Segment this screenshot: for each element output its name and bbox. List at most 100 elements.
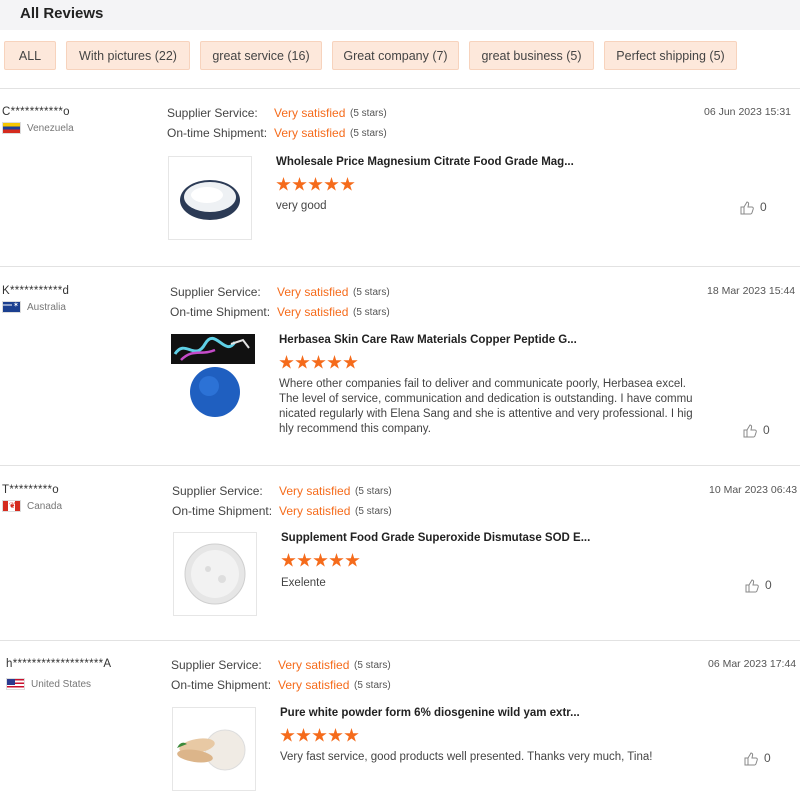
rating-stars	[276, 177, 356, 192]
filter-chip-great-business[interactable]: great business (5)	[469, 41, 594, 70]
shipment-stars: (5 stars)	[353, 307, 390, 318]
thumbs-up-icon	[743, 424, 757, 438]
white-powder-image	[184, 543, 246, 605]
review-date: 10 Mar 2023 06:43	[709, 484, 798, 496]
filter-chip-with-pictures[interactable]: With pictures (22)	[66, 41, 190, 70]
shipment-label: On-time Shipment:	[167, 126, 268, 140]
review-comment: Where other companies fail to deliver an…	[279, 378, 693, 435]
divider	[0, 640, 800, 641]
supplier-service-stars: (5 stars)	[350, 108, 387, 119]
star-icon	[280, 728, 295, 742]
review-item: K***********d Australia Supplier Service…	[0, 285, 800, 455]
like-button[interactable]: 0	[743, 423, 770, 439]
supplier-service-label: Supplier Service:	[170, 285, 261, 299]
shipment-stars: (5 stars)	[354, 680, 391, 691]
star-icon	[328, 728, 343, 742]
divider	[0, 266, 800, 267]
product-thumbnail[interactable]	[172, 707, 256, 791]
supplier-service-value: Very satisfied	[277, 285, 349, 299]
review-date: 06 Jun 2023 15:31	[704, 106, 791, 118]
like-count: 0	[764, 751, 771, 765]
product-thumbnail[interactable]	[171, 334, 255, 418]
star-icon	[276, 177, 291, 191]
like-button[interactable]: 0	[744, 751, 771, 767]
supplier-service-value: Very satisfied	[278, 658, 350, 672]
shipment-label: On-time Shipment:	[170, 305, 271, 319]
review-date: 18 Mar 2023 15:44	[707, 285, 796, 297]
star-icon	[279, 355, 294, 369]
star-icon	[324, 177, 339, 191]
supplier-service-stars: (5 stars)	[353, 287, 390, 298]
review-item: h*******************A United States Supp…	[0, 658, 800, 800]
page-title: All Reviews	[20, 5, 104, 22]
product-title[interactable]: Supplement Food Grade Superoxide Dismuta…	[281, 532, 590, 544]
supplier-service-stars: (5 stars)	[354, 660, 391, 671]
filter-chip-all[interactable]: ALL	[4, 41, 56, 70]
like-button[interactable]: 0	[740, 200, 767, 216]
supplier-service-stars: (5 stars)	[355, 486, 392, 497]
product-thumbnail[interactable]	[168, 156, 252, 240]
star-icon	[311, 355, 326, 369]
supplier-service-value: Very satisfied	[279, 484, 351, 498]
thumbs-up-icon	[744, 752, 758, 766]
shipment-value: Very satisfied	[279, 504, 351, 518]
star-icon	[344, 728, 359, 742]
shipment-value: Very satisfied	[274, 126, 346, 140]
reviewer-name: K***********d	[2, 285, 70, 297]
shipment-stars: (5 stars)	[355, 506, 392, 517]
supplier-service-label: Supplier Service:	[171, 658, 262, 672]
shipment-label: On-time Shipment:	[172, 504, 273, 518]
review-comment: Very fast service, good products well pr…	[280, 751, 653, 763]
product-title[interactable]: Pure white powder form 6% diosgenine wil…	[280, 707, 580, 719]
filter-chip-great-company[interactable]: Great company (7)	[332, 41, 459, 70]
star-icon	[292, 177, 307, 191]
australia-flag-icon	[2, 299, 21, 314]
star-icon	[281, 553, 296, 567]
reviewer-country: Australia	[2, 299, 66, 315]
reviewer-country: Canada	[2, 499, 62, 514]
star-icon	[327, 355, 342, 369]
divider	[0, 465, 800, 466]
shipment-value: Very satisfied	[277, 305, 349, 319]
wild-yam-image	[177, 729, 246, 771]
star-icon	[295, 355, 310, 369]
product-title[interactable]: Herbasea Skin Care Raw Materials Copper …	[279, 334, 577, 346]
canada-flag-icon	[2, 499, 21, 513]
star-icon	[340, 177, 355, 191]
star-icon	[329, 553, 344, 567]
peptide-powder-image	[171, 334, 255, 417]
reviewer-name: h*******************A	[6, 658, 112, 670]
star-icon	[345, 553, 360, 567]
review-comment: Exelente	[281, 577, 326, 589]
review-comment: very good	[276, 200, 327, 212]
reviewer-name: C***********o	[2, 106, 70, 118]
usa-flag-icon	[6, 678, 25, 691]
rating-stars	[281, 553, 361, 568]
review-item: T*********o Canada Supplier Service: Ver…	[0, 484, 800, 634]
thumbs-up-icon	[745, 579, 759, 593]
star-icon	[308, 177, 323, 191]
star-icon	[313, 553, 328, 567]
shipment-value: Very satisfied	[278, 678, 350, 692]
star-icon	[343, 355, 358, 369]
star-icon	[297, 553, 312, 567]
divider	[0, 88, 800, 89]
review-item: C***********o Venezuela Supplier Service…	[0, 106, 800, 256]
shipment-label: On-time Shipment:	[171, 678, 272, 692]
like-count: 0	[765, 578, 772, 592]
like-button[interactable]: 0	[745, 578, 772, 594]
filter-bar: ALL With pictures (22) great service (16…	[0, 41, 800, 71]
rating-stars	[280, 728, 360, 743]
supplier-service-value: Very satisfied	[274, 106, 346, 120]
star-icon	[312, 728, 327, 742]
product-title[interactable]: Wholesale Price Magnesium Citrate Food G…	[276, 156, 574, 168]
like-count: 0	[760, 200, 767, 214]
star-icon	[296, 728, 311, 742]
filter-chip-perfect-shipping[interactable]: Perfect shipping (5)	[604, 41, 737, 70]
thumbs-up-icon	[740, 201, 754, 215]
filter-chip-great-service[interactable]: great service (16)	[200, 41, 322, 70]
reviews-header: All Reviews	[0, 0, 800, 30]
product-thumbnail[interactable]	[173, 532, 257, 616]
reviewer-country: Venezuela	[2, 122, 74, 136]
supplier-service-label: Supplier Service:	[172, 484, 263, 498]
